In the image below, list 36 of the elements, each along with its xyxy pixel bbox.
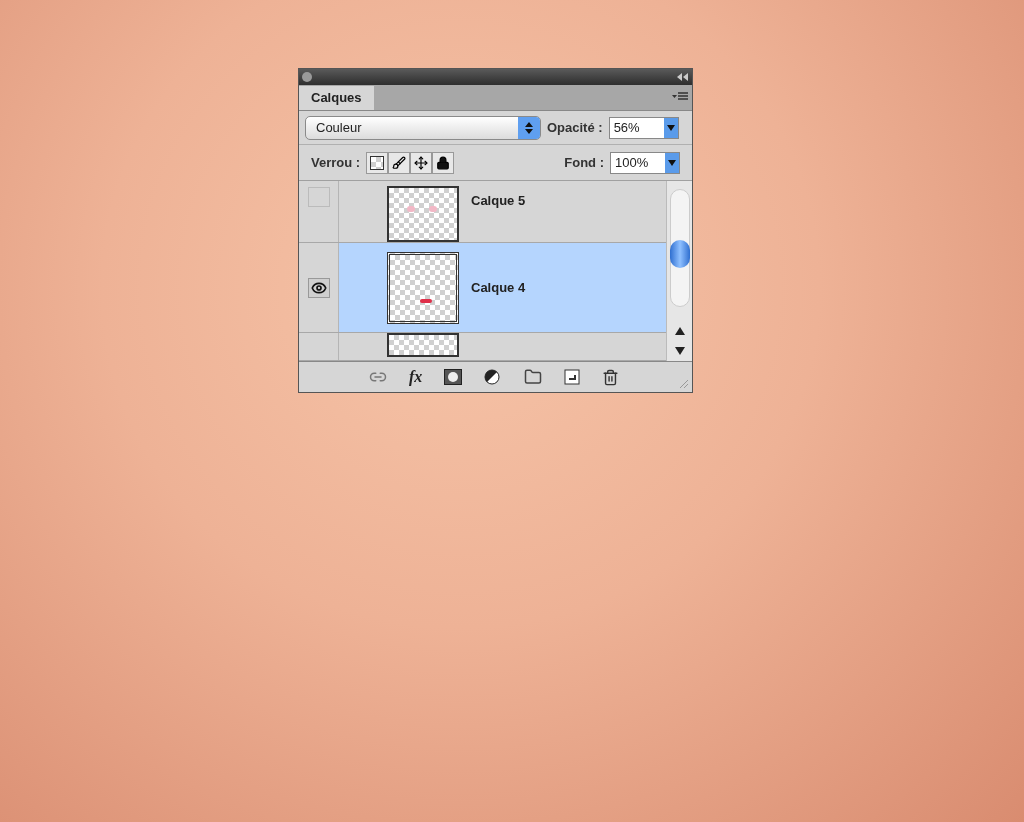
lock-label: Verrou : [311,153,361,172]
mask-icon[interactable] [444,369,463,385]
panel-tab[interactable]: Calques [299,86,374,110]
layer-name: Calque 4 [471,278,526,297]
new-layer-icon[interactable] [564,369,581,385]
scrollbar[interactable] [666,181,692,361]
layer-row[interactable]: Calque 4 [339,243,666,332]
fill-field[interactable]: 100% [610,151,680,174]
opacity-label: Opacité : [547,118,603,137]
scrollbar-thumb[interactable] [669,240,690,268]
scrollbar-track[interactable] [669,189,690,307]
collapse-icon[interactable] [677,73,689,81]
stepper-icon [518,116,540,139]
caret-icon [663,117,678,138]
visibility-toggle[interactable] [307,187,330,207]
layer-name: Calque 5 [471,192,526,210]
menu-icon[interactable] [672,92,688,102]
folder-icon[interactable] [524,368,543,386]
caret-icon [665,152,679,173]
resize-grip-icon[interactable] [679,379,689,389]
fill-label: Fond : [564,153,604,172]
layer-thumbnail [387,186,459,242]
scroll-up-icon[interactable] [674,327,685,335]
half-circle-icon[interactable] [484,369,503,385]
eye-icon[interactable] [307,277,330,298]
move-icon[interactable] [410,151,433,174]
scroll-down-icon[interactable] [674,347,685,355]
lock-icon[interactable] [432,151,455,174]
blend-mode-dropdown[interactable]: Couleur [305,115,541,140]
brush-icon[interactable] [388,151,411,174]
layer-thumbnail [387,333,459,357]
effects-button[interactable]: fx [409,365,423,389]
opacity-field[interactable]: 56% [608,116,679,139]
lock-transparency-icon[interactable] [366,151,389,174]
trash-icon[interactable] [602,368,620,386]
close-icon[interactable] [302,72,312,82]
